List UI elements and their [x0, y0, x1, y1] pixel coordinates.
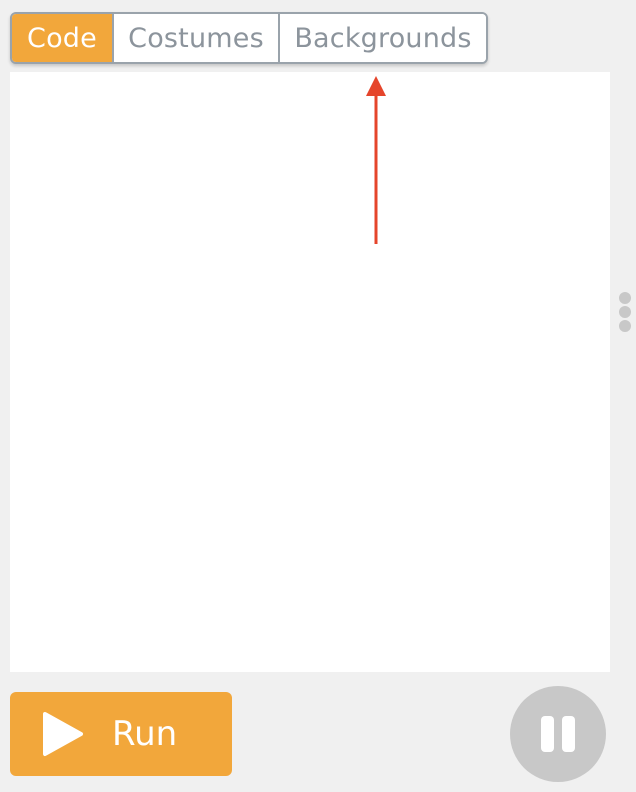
tab-backgrounds[interactable]: Backgrounds — [278, 14, 486, 62]
pause-icon — [562, 716, 575, 752]
run-button[interactable]: Run — [10, 692, 232, 776]
play-icon — [43, 712, 83, 756]
tab-costumes[interactable]: Costumes — [112, 14, 278, 62]
handle-dot-icon — [619, 306, 631, 318]
handle-dot-icon — [619, 320, 631, 332]
stage-canvas[interactable] — [10, 72, 610, 672]
handle-dot-icon — [619, 292, 631, 304]
tab-code[interactable]: Code — [12, 14, 112, 62]
pause-button[interactable] — [510, 686, 606, 782]
tab-bar: Code Costumes Backgrounds — [10, 12, 488, 64]
run-label: Run — [112, 714, 178, 754]
arrow-up-icon — [366, 76, 386, 244]
resize-handle[interactable] — [617, 290, 633, 334]
pause-icon — [541, 716, 554, 752]
